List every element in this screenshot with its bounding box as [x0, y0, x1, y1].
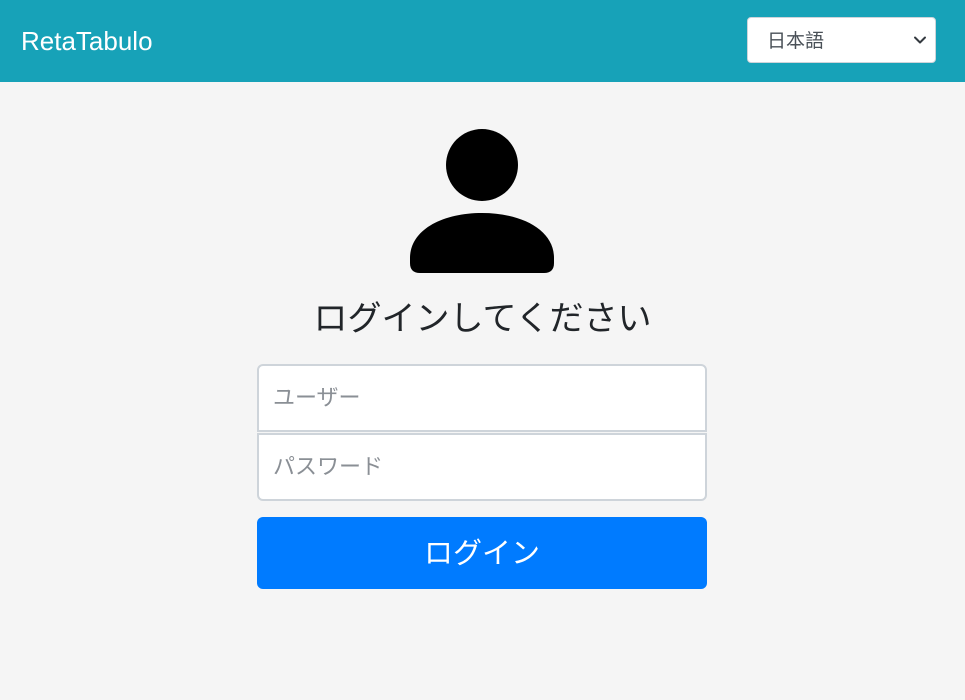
password-input[interactable]	[257, 433, 707, 501]
top-navbar: RetaTabulo 日本語	[0, 0, 965, 82]
user-icon	[410, 129, 554, 273]
language-select[interactable]: 日本語	[747, 17, 936, 63]
username-input[interactable]	[257, 364, 707, 432]
brand-logo[interactable]: RetaTabulo	[21, 23, 153, 59]
login-heading: ログインしてください	[313, 299, 652, 339]
language-select-value: 日本語	[767, 30, 825, 52]
chevron-down-icon	[914, 36, 926, 44]
login-button[interactable]: ログイン	[257, 517, 707, 589]
